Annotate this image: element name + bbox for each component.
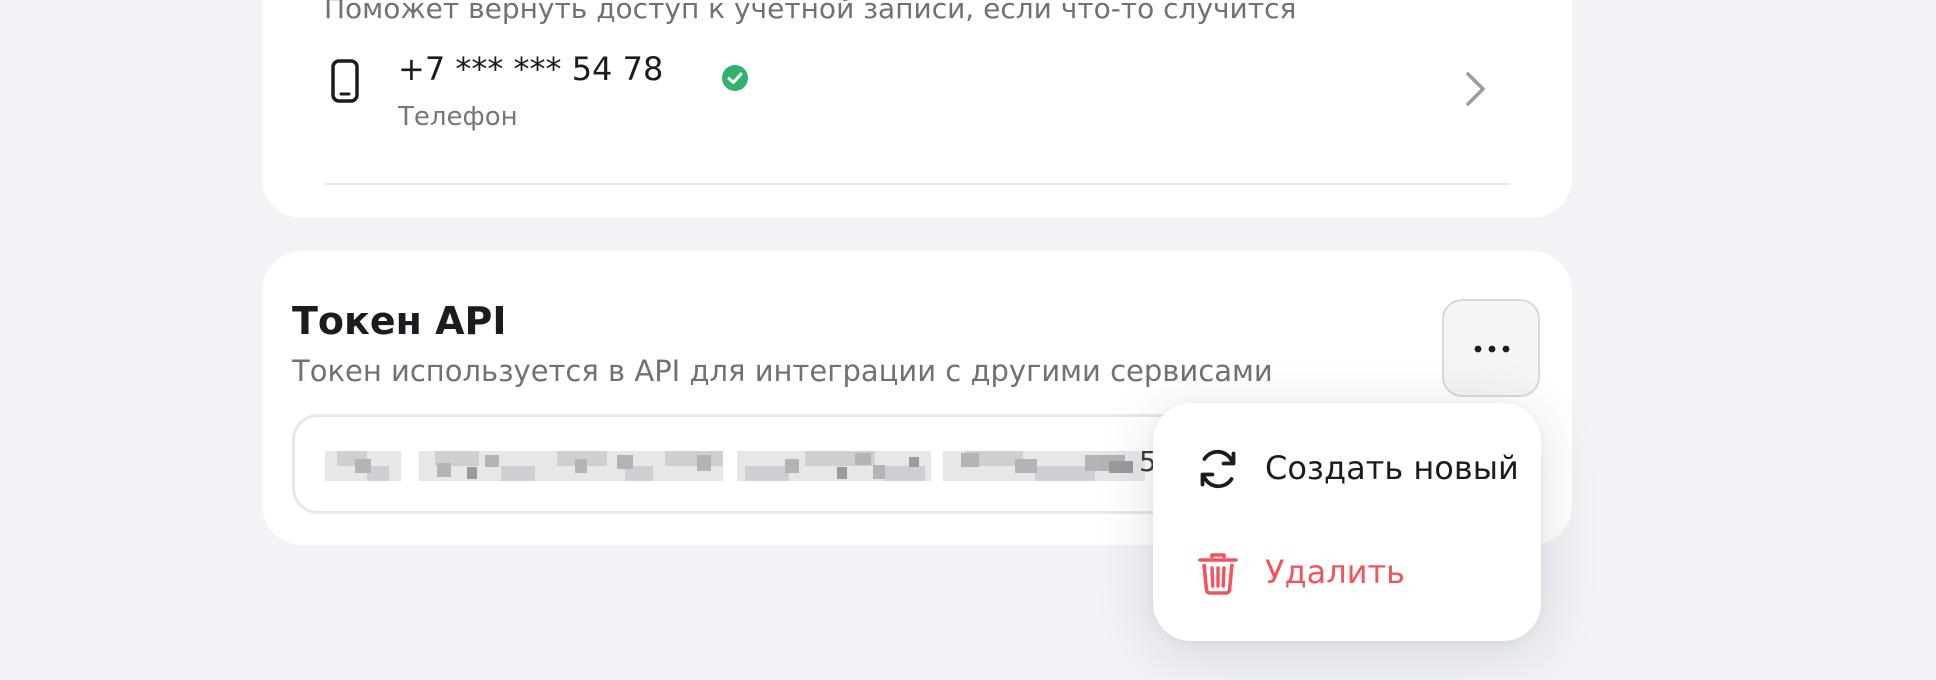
menu-item-create-new[interactable]: Создать новый: [1153, 425, 1541, 515]
menu-item-delete-label: Удалить: [1265, 553, 1405, 591]
api-token-title: Токен API: [292, 299, 507, 343]
phone-row[interactable]: +7 *** *** 54 78 Телефон: [324, 48, 1510, 158]
phone-caption: Телефон: [398, 102, 518, 132]
menu-item-create-label: Создать новый: [1265, 449, 1519, 487]
token-options-menu: Создать новый Удалить: [1153, 403, 1541, 641]
recovery-description: Поможет вернуть доступ к учетной записи,…: [324, 0, 1297, 25]
token-pixelated-mask: [325, 451, 1145, 481]
api-token-description: Токен используется в API для интеграции …: [292, 354, 1273, 388]
phone-number: +7 *** *** 54 78: [398, 50, 664, 88]
menu-item-delete[interactable]: Удалить: [1153, 529, 1541, 619]
verified-check-icon: [722, 65, 748, 91]
chevron-right-icon: [1466, 72, 1485, 106]
mobile-phone-icon: [331, 59, 359, 103]
recovery-card: Поможет вернуть доступ к учетной записи,…: [262, 0, 1572, 218]
refresh-icon: [1200, 449, 1236, 489]
divider: [324, 183, 1510, 185]
more-horizontal-icon: [1474, 345, 1510, 353]
more-options-button[interactable]: [1442, 299, 1540, 397]
trash-icon: [1198, 553, 1238, 595]
